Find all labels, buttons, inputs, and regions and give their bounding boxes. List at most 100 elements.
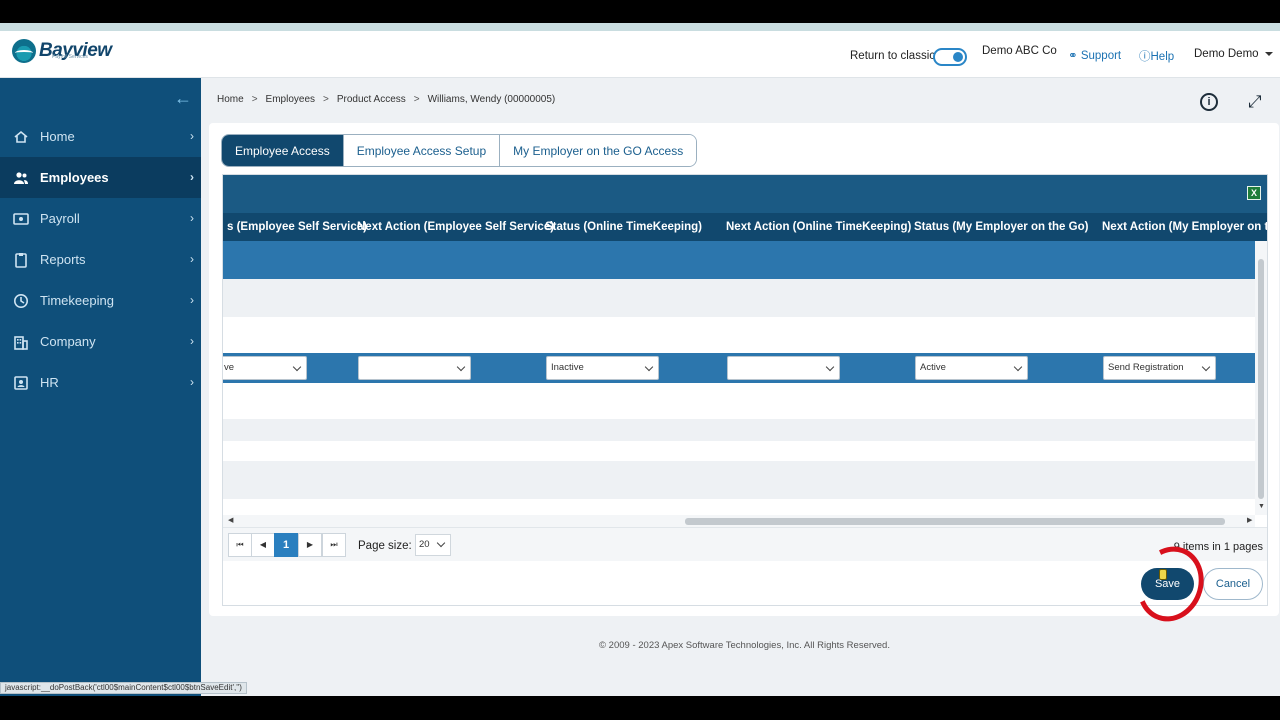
chevron-down-icon xyxy=(436,538,446,548)
id-card-icon xyxy=(14,375,28,390)
mouse-cursor-icon xyxy=(1159,569,1167,580)
table-row[interactable] xyxy=(223,499,1255,515)
sidebar-item-label: Timekeeping xyxy=(40,293,114,308)
cancel-button[interactable]: Cancel xyxy=(1203,568,1263,600)
scroll-right-icon[interactable]: ▶ xyxy=(1247,516,1252,524)
sidebar-item-payroll[interactable]: Payroll › xyxy=(0,198,201,239)
tab-employee-access-setup[interactable]: Employee Access Setup xyxy=(343,135,501,166)
brand-subtitle: Payroll Services xyxy=(52,54,88,60)
user-menu[interactable]: Demo Demo xyxy=(1194,48,1273,60)
return-classic-toggle[interactable] xyxy=(933,48,967,66)
sidebar-item-hr[interactable]: HR › xyxy=(0,362,201,403)
last-page-button[interactable]: ⏭ xyxy=(322,533,346,557)
sidebar-item-label: Reports xyxy=(40,252,86,267)
tab-employee-access[interactable]: Employee Access xyxy=(222,135,344,166)
page-size-select[interactable]: 20 xyxy=(415,534,451,556)
horizontal-scroll-thumb[interactable] xyxy=(685,518,1225,525)
top-strip xyxy=(0,23,1280,31)
vertical-scroll-thumb[interactable] xyxy=(1258,259,1264,499)
table-row[interactable] xyxy=(223,279,1255,317)
home-icon xyxy=(14,130,28,143)
select-value: Send Registration xyxy=(1108,362,1184,373)
return-classic-label: Return to classic xyxy=(850,50,936,62)
info-icon[interactable]: i xyxy=(1200,93,1218,111)
building-icon xyxy=(14,335,28,350)
column-header[interactable]: Next Action (Employee Self Service) xyxy=(357,213,554,241)
next-action-ess-select[interactable] xyxy=(358,356,471,380)
page-1-button[interactable]: 1 xyxy=(274,533,298,557)
sidebar-item-company[interactable]: Company › xyxy=(0,321,201,362)
action-bar: Save Cancel xyxy=(223,561,1267,605)
clock-icon xyxy=(14,293,28,308)
vertical-scrollbar[interactable]: ▼ xyxy=(1255,241,1267,515)
collapse-sidebar-icon[interactable]: ← xyxy=(174,88,192,109)
people-icon xyxy=(14,171,28,184)
excel-export-icon[interactable]: X xyxy=(1247,186,1261,200)
status-my-employer-select[interactable]: Active xyxy=(915,356,1028,380)
chevron-down-icon xyxy=(456,362,466,372)
headset-icon: ⚭ xyxy=(1068,50,1078,62)
breadcrumb-employees[interactable]: Employees xyxy=(266,94,315,105)
tab-my-employer-on-the-go-access[interactable]: My Employer on the GO Access xyxy=(500,135,697,166)
chevron-right-icon: › xyxy=(190,375,194,389)
breadcrumb: Home > Employees > Product Access > Williams, … xyxy=(217,94,555,105)
column-header[interactable]: Next Action (Online TimeKeeping) xyxy=(726,213,911,241)
column-header[interactable]: s (Employee Self Service) xyxy=(227,213,367,241)
access-grid: X s (Employee Self Service) Next Action … xyxy=(222,174,1268,606)
next-action-timekeeping-select[interactable] xyxy=(727,356,840,380)
browser-status-bar: javascript:__doPostBack('ctl00$mainConte… xyxy=(0,682,247,694)
support-link[interactable]: ⚭ Support xyxy=(1068,48,1121,62)
sidebar-item-home[interactable]: Home › xyxy=(0,116,201,157)
sidebar: ← Home › Employees › Payroll › Reports ›… xyxy=(0,78,201,696)
sidebar-item-timekeeping[interactable]: Timekeeping › xyxy=(0,280,201,321)
caret-down-icon xyxy=(1264,51,1273,56)
chevron-right-icon: › xyxy=(190,334,194,348)
table-row[interactable] xyxy=(223,419,1255,441)
scroll-left-icon[interactable]: ◀ xyxy=(228,516,233,524)
chevron-down-icon xyxy=(1013,362,1023,372)
app-window: Bayview Payroll Services Return to class… xyxy=(0,23,1280,696)
top-header: Bayview Payroll Services Return to class… xyxy=(0,31,1280,78)
sidebar-item-label: Employees xyxy=(40,170,109,185)
payroll-icon xyxy=(13,212,29,225)
bayview-logo-icon xyxy=(12,39,36,63)
sidebar-item-reports[interactable]: Reports › xyxy=(0,239,201,280)
sidebar-item-employees[interactable]: Employees › xyxy=(0,157,201,198)
table-row[interactable] xyxy=(223,317,1255,353)
scroll-down-icon[interactable]: ▼ xyxy=(1258,503,1265,510)
grid-header: s (Employee Self Service) Next Action (E… xyxy=(223,213,1267,241)
chevron-right-icon: › xyxy=(190,211,194,225)
column-header[interactable]: Status (Online TimeKeeping) xyxy=(545,213,702,241)
breadcrumb-separator: > xyxy=(251,94,258,105)
prev-page-button[interactable]: ◀ xyxy=(251,533,275,557)
horizontal-scrollbar[interactable]: ◀ ▶ xyxy=(223,515,1255,527)
expand-icon[interactable]: ⤢ xyxy=(1248,92,1262,112)
chevron-down-icon xyxy=(1201,362,1211,372)
company-name[interactable]: Demo ABC Co xyxy=(982,45,1057,57)
status-ess-select[interactable]: ve xyxy=(223,356,307,380)
table-row[interactable] xyxy=(223,241,1255,279)
table-row[interactable] xyxy=(223,441,1255,461)
help-link[interactable]: ⓘHelp xyxy=(1139,48,1174,64)
support-label: Support xyxy=(1080,50,1122,62)
breadcrumb-separator: > xyxy=(323,94,329,105)
tab-bar: Employee Access Employee Access Setup My… xyxy=(221,134,698,167)
breadcrumb-employee: Williams, Wendy (00000005) xyxy=(427,94,556,105)
page-size-value: 20 xyxy=(419,539,430,550)
column-header[interactable]: Status (My Employer on the Go) xyxy=(914,213,1088,241)
breadcrumb-product-access[interactable]: Product Access xyxy=(337,94,406,105)
chevron-right-icon: › xyxy=(190,252,194,266)
status-timekeeping-select[interactable]: Inactive xyxy=(546,356,659,380)
breadcrumb-home[interactable]: Home xyxy=(217,94,244,105)
select-value: ve xyxy=(224,362,235,373)
breadcrumb-separator: > xyxy=(413,94,420,105)
first-page-button[interactable]: ⏮ xyxy=(228,533,252,557)
column-header[interactable]: Next Action (My Employer on t xyxy=(1102,213,1267,241)
table-row[interactable] xyxy=(223,461,1255,499)
table-row-selected[interactable]: ve Inactive Active Send Registration xyxy=(223,353,1255,383)
table-row[interactable] xyxy=(223,383,1255,419)
next-page-button[interactable]: ▶ xyxy=(298,533,322,557)
chevron-down-icon xyxy=(825,362,835,372)
grid-toolbar: X xyxy=(223,175,1267,213)
next-action-my-employer-select[interactable]: Send Registration xyxy=(1103,356,1216,380)
